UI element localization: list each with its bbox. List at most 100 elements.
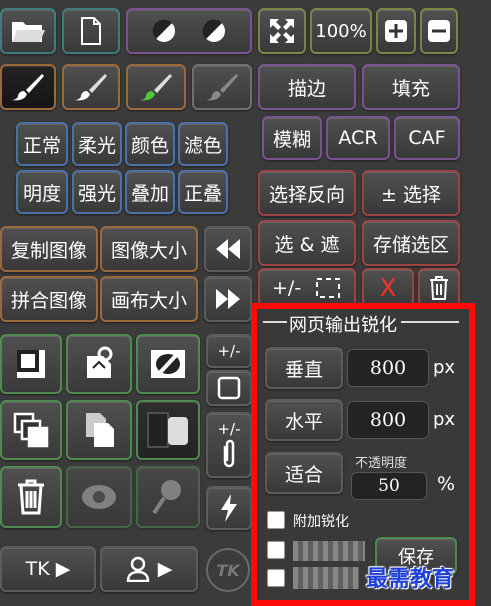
blur-button[interactable]: 模糊: [262, 116, 322, 160]
copy-pages-icon: [86, 413, 114, 447]
pixelated-label: [293, 541, 365, 561]
canvas-size-button[interactable]: 画布大小: [100, 276, 198, 322]
expand-arrows-icon: [270, 19, 294, 43]
layer-duplicate-button[interactable]: [66, 400, 132, 460]
trash-icon: [430, 276, 448, 300]
stroke-button[interactable]: 描边: [258, 64, 356, 110]
duplicate-image-button[interactable]: 复制图像: [0, 226, 98, 272]
layer-hide-dim-button[interactable]: [66, 466, 132, 528]
watermark-text: 最需教育: [366, 567, 455, 592]
horizontal-value-field[interactable]: 800: [347, 401, 429, 439]
blend-color-button[interactable]: 颜色: [125, 122, 175, 166]
blend-hard-light-button[interactable]: 强光: [72, 170, 122, 214]
stacked-layers-icon: [13, 412, 49, 448]
horizontal-button[interactable]: 水平: [265, 399, 343, 441]
white-brush-button[interactable]: [62, 64, 120, 110]
double-right-arrow-icon: [216, 289, 240, 309]
layer-hide-button[interactable]: [136, 334, 200, 394]
folder-icon: [12, 22, 45, 42]
deselect-x-button[interactable]: X: [362, 268, 414, 308]
extra-sharpen-label: 附加锐化: [293, 514, 349, 530]
blend-overlay-button[interactable]: 叠加: [125, 170, 175, 214]
open-folder-button[interactable]: [0, 8, 56, 54]
eye-cloud-icon: [82, 485, 116, 509]
vertical-button[interactable]: 垂直: [265, 347, 343, 389]
layer-delete-button[interactable]: [0, 466, 62, 528]
black-brush-button[interactable]: [0, 64, 56, 110]
split-square-icon: [147, 412, 188, 448]
image-size-button[interactable]: 图像大小: [100, 226, 198, 272]
blend-multiply-button[interactable]: 正叠: [178, 170, 228, 214]
double-left-arrow-icon: [216, 239, 240, 259]
flatten-image-button[interactable]: 拼合图像: [0, 276, 98, 322]
extra-sharpen-checkbox[interactable]: [267, 511, 285, 529]
layer-merge-button[interactable]: [0, 400, 62, 460]
delete-button[interactable]: [418, 268, 460, 308]
lightning-icon: [221, 494, 237, 522]
layer-transform-button[interactable]: [66, 334, 132, 394]
vertical-value-field[interactable]: 800: [347, 349, 429, 387]
fit-button[interactable]: 适合: [265, 452, 343, 494]
option-checkbox-3[interactable]: [267, 569, 285, 587]
select-and-mask-button[interactable]: 选 & 遮: [258, 220, 356, 266]
layer-rotate-icon: [87, 346, 113, 378]
half-circle-icon: [202, 19, 225, 42]
horizontal-unit: px: [433, 409, 456, 430]
opacity-unit: %: [437, 473, 456, 495]
forward-button[interactable]: [204, 276, 252, 322]
opacity-value-field[interactable]: 50: [351, 472, 427, 500]
brush-icon: [206, 74, 238, 101]
square-outline-icon: [217, 376, 241, 400]
zoom-out-button[interactable]: [420, 8, 458, 54]
save-selection-button[interactable]: 存储选区: [362, 220, 460, 266]
acr-button[interactable]: ACR: [326, 116, 390, 160]
trash-icon: [18, 479, 44, 515]
opacity-label: 不透明度: [355, 456, 408, 471]
side-square-button[interactable]: [206, 370, 252, 406]
blend-screen-button[interactable]: 滤色: [178, 122, 228, 166]
person-icon: [126, 556, 149, 582]
fill-button[interactable]: 填充: [362, 64, 460, 110]
layer-split-button[interactable]: [136, 400, 200, 460]
blend-soft-light-button[interactable]: 柔光: [72, 122, 122, 166]
blend-luminosity-button[interactable]: 明度: [16, 170, 68, 214]
side-plus-minus-button[interactable]: +/-: [206, 334, 252, 368]
option-checkbox-2[interactable]: [267, 541, 285, 559]
vertical-unit: px: [433, 357, 456, 378]
invert-selection-button[interactable]: 选择反向: [258, 170, 356, 216]
title-rule-left: [263, 321, 287, 323]
user-menu-button[interactable]: ▶: [100, 546, 198, 592]
tk-menu-button[interactable]: TK ▶: [0, 546, 96, 592]
layer-mask-button[interactable]: [0, 334, 62, 394]
tk-logo: TK: [206, 548, 250, 592]
blend-normal-button[interactable]: 正常: [16, 122, 68, 166]
plus-icon: [385, 20, 407, 42]
panel-title: 网页输出锐化: [289, 315, 397, 336]
dashed-rect-icon: [316, 278, 341, 298]
side-lightning-button[interactable]: [206, 486, 252, 530]
brush-icon: [140, 74, 172, 101]
rewind-button[interactable]: [204, 226, 252, 272]
grey-brush-button[interactable]: [192, 64, 252, 110]
brush-icon: [12, 74, 44, 101]
paperclip-icon: [223, 439, 235, 468]
fullscreen-button[interactable]: [258, 8, 306, 54]
half-circle-icon: [152, 19, 175, 42]
zoom-100-button[interactable]: 100%: [310, 8, 372, 54]
green-brush-button[interactable]: [126, 64, 186, 110]
layer-corner-icon: [17, 350, 45, 378]
side-attach-button[interactable]: +/-: [206, 412, 252, 478]
minus-icon: [428, 20, 450, 42]
caf-button[interactable]: CAF: [394, 116, 460, 160]
magnifier-icon: [152, 480, 181, 515]
layer-search-button[interactable]: [136, 466, 200, 528]
no-visibility-icon: [151, 349, 185, 379]
new-document-button[interactable]: [62, 8, 120, 54]
plus-minus-marquee-button[interactable]: +/-: [258, 268, 356, 308]
title-rule-right: [401, 321, 459, 323]
plus-minus-selection-button[interactable]: ± 选择: [362, 170, 460, 216]
zoom-in-button[interactable]: [376, 8, 416, 54]
brush-icon: [75, 74, 107, 101]
document-icon: [81, 17, 101, 45]
color-swap-button[interactable]: [126, 8, 252, 54]
